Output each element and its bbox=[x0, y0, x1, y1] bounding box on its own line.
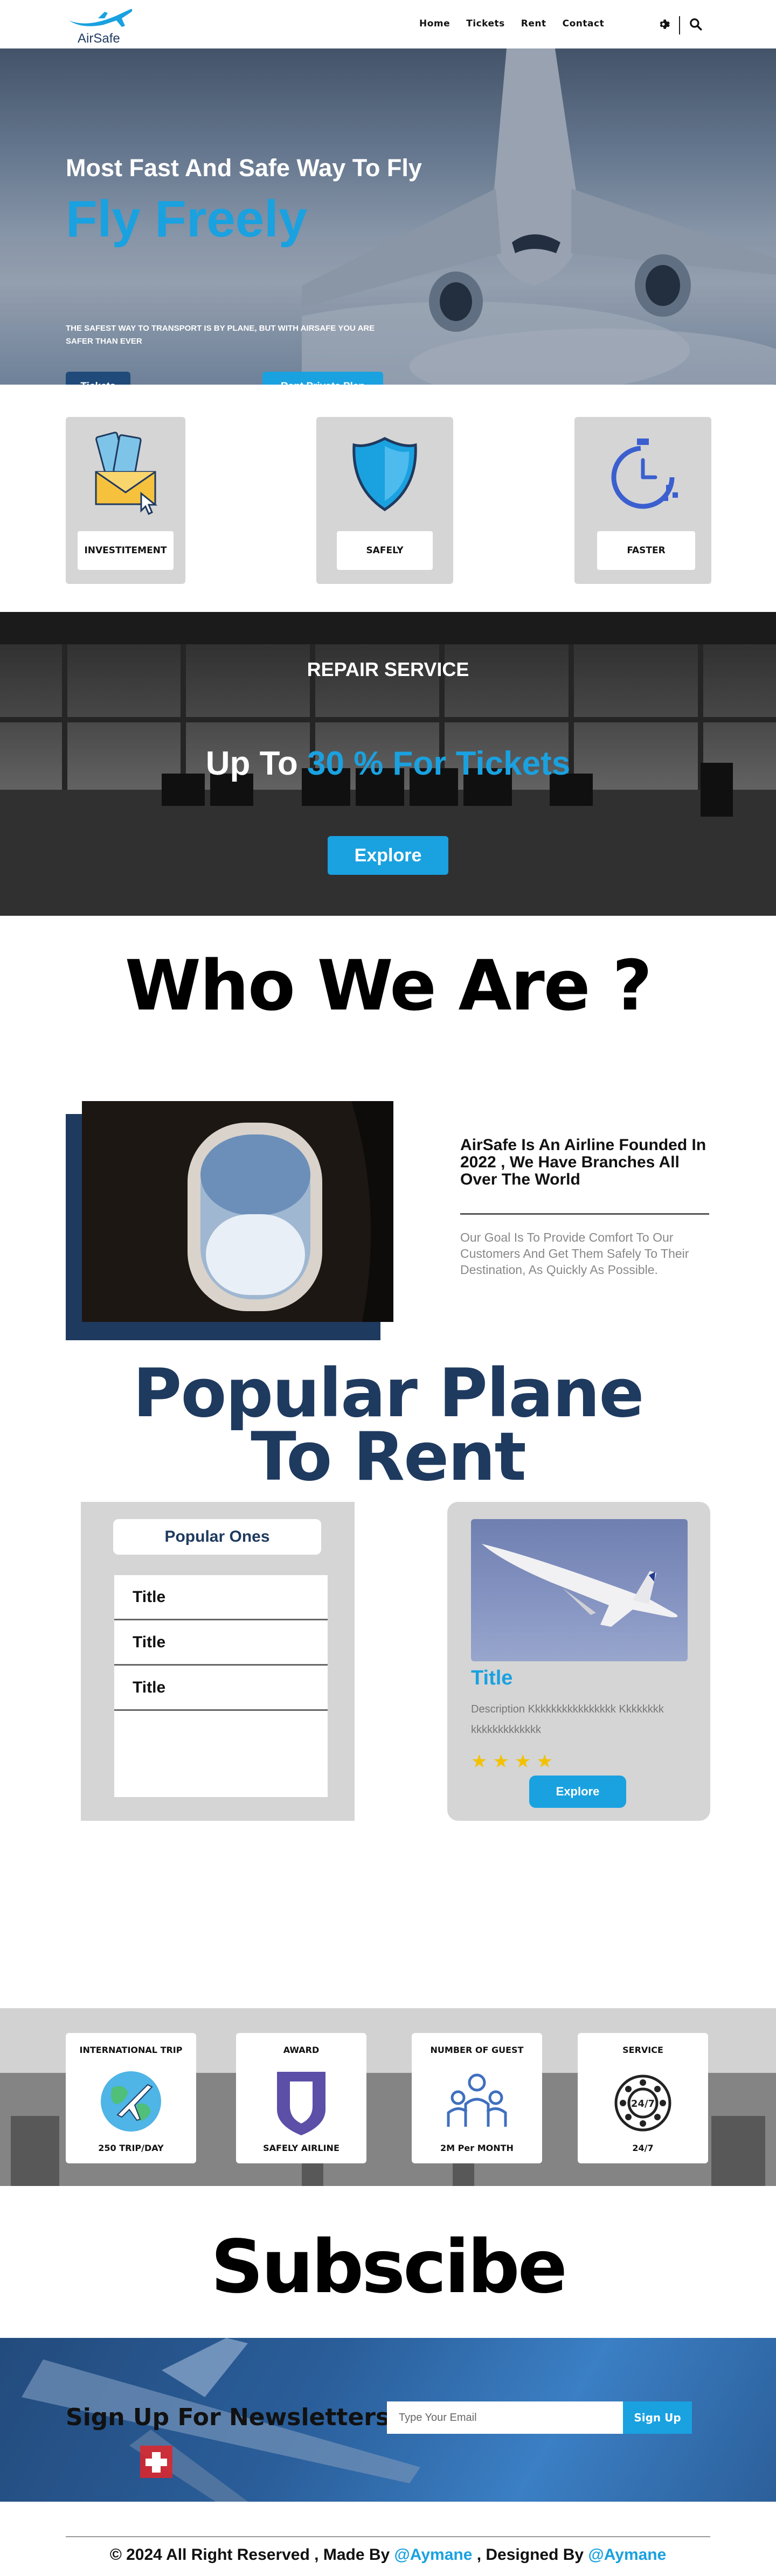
plane-card: Title Description Kkkkkkkkkkkkkkkk Kkkkk… bbox=[447, 1502, 710, 1821]
nav-rent[interactable]: Rent bbox=[521, 18, 546, 29]
shield-icon bbox=[344, 429, 425, 518]
designed-by-link[interactable]: @Aymane bbox=[588, 2546, 666, 2564]
subscribe-title: Subscibe bbox=[211, 2225, 567, 2310]
nav-tickets[interactable]: Tickets bbox=[466, 18, 505, 29]
feature-card-safely[interactable]: SAFELY bbox=[316, 417, 453, 584]
main-nav: Home Tickets Rent Contact bbox=[419, 18, 620, 29]
svg-text:24/7: 24/7 bbox=[631, 2098, 655, 2109]
star-icon: ★ bbox=[471, 1751, 488, 1772]
nav-icons bbox=[656, 16, 703, 34]
footer-middle: , Designed By bbox=[472, 2546, 588, 2564]
nav-home[interactable]: Home bbox=[419, 18, 450, 29]
footer-divider bbox=[66, 2536, 710, 2537]
who-we-are-section: Who We Are ? AirSafe Is An Airline Found… bbox=[0, 916, 776, 1351]
stat-value: 2M Per MONTH bbox=[440, 2143, 514, 2153]
hero-section: Most Fast And Safe Way To Fly Fly Freely… bbox=[0, 48, 776, 385]
footer-prefix: © 2024 All Right Reserved , Made By bbox=[109, 2546, 394, 2564]
subscribe-section: Subscibe bbox=[0, 2186, 776, 2338]
star-rating: ★ ★ ★ ★ bbox=[471, 1751, 553, 1772]
list-item[interactable]: Title bbox=[114, 1620, 328, 1666]
popular-list: Title Title Title bbox=[114, 1575, 328, 1797]
who-description: Our Goal Is To Provide Comfort To Our Cu… bbox=[460, 1230, 689, 1277]
repair-headline-prefix: Up To bbox=[205, 745, 308, 782]
features-section: INVESTITEMENT SAFELY FASTER bbox=[0, 385, 776, 612]
stat-title: SERVICE bbox=[622, 2045, 663, 2055]
brand-logo[interactable]: AirSafe bbox=[66, 4, 136, 46]
airplane-window-image bbox=[82, 1101, 393, 1322]
repair-explore-button[interactable]: Explore bbox=[328, 836, 448, 875]
nav-contact[interactable]: Contact bbox=[563, 18, 605, 29]
repair-headline: Up To 30 % For Tickets bbox=[0, 744, 776, 783]
stat-title: AWARD bbox=[283, 2045, 320, 2055]
repair-service-section: REPAIR SERVICE Up To 30 % For Tickets Ex… bbox=[0, 612, 776, 916]
stat-card-international-trip: INTERNATIONAL TRIP 250 TRIP/DAY bbox=[66, 2033, 196, 2163]
who-divider bbox=[460, 1213, 709, 1215]
search-icon[interactable] bbox=[689, 17, 703, 34]
who-title: Who We Are ? bbox=[124, 946, 653, 1026]
repair-title: REPAIR SERVICE bbox=[307, 658, 469, 680]
star-icon: ★ bbox=[514, 1751, 531, 1772]
repair-headline-accent: 30 % For Tickets bbox=[307, 745, 571, 782]
newsletter-section: Sign Up For Newsletters Sign Up bbox=[0, 2338, 776, 2502]
hero-description: The safest way to transport is by plane,… bbox=[66, 324, 375, 346]
popular-list-panel: Popular Ones Title Title Title bbox=[81, 1502, 355, 1821]
concorde-image bbox=[471, 1519, 688, 1661]
newsletter-title: Sign Up For Newsletters bbox=[66, 2404, 390, 2431]
stopwatch-icon bbox=[602, 429, 683, 518]
feature-card-faster[interactable]: FASTER bbox=[574, 417, 711, 584]
feature-card-investment[interactable]: INVESTITEMENT bbox=[66, 417, 185, 584]
airplane-logo-icon bbox=[69, 9, 133, 27]
popular-title: Popular Plane To Rent bbox=[0, 1360, 776, 1491]
star-icon: ★ bbox=[493, 1751, 509, 1772]
sign-up-button[interactable]: Sign Up bbox=[623, 2401, 692, 2434]
stat-card-number-of-guest: NUMBER OF GUEST 2M Per MONTH bbox=[412, 2033, 542, 2163]
money-envelope-icon bbox=[85, 429, 166, 518]
feature-label: INVESTITEMENT bbox=[78, 531, 174, 570]
phone-24-7-icon: 24/7 bbox=[608, 2066, 678, 2139]
tickets-button[interactable]: Tickets bbox=[66, 372, 130, 385]
stat-value: 250 TRIP/DAY bbox=[98, 2143, 164, 2153]
gear-icon[interactable] bbox=[656, 17, 670, 34]
award-badge-icon bbox=[266, 2066, 336, 2139]
stat-card-service: SERVICE 24/7 24/7 bbox=[578, 2033, 708, 2163]
brand-name: AirSafe bbox=[78, 31, 120, 46]
who-heading: AirSafe Is An Airline Founded In 2022 , … bbox=[460, 1136, 706, 1188]
people-group-icon bbox=[442, 2066, 512, 2139]
stat-title: NUMBER OF GUEST bbox=[430, 2045, 524, 2055]
star-icon: ★ bbox=[536, 1751, 553, 1772]
popular-title-line2: To Rent bbox=[251, 1418, 526, 1496]
plane-card-description: Description Kkkkkkkkkkkkkkkk Kkkkkkkkkkk… bbox=[471, 1703, 664, 1736]
made-by-link[interactable]: @Aymane bbox=[394, 2546, 473, 2564]
globe-plane-icon bbox=[96, 2066, 166, 2139]
email-input[interactable] bbox=[387, 2401, 623, 2434]
stat-title: INTERNATIONAL TRIP bbox=[79, 2045, 183, 2055]
popular-list-header: Popular Ones bbox=[113, 1519, 321, 1555]
footer: © 2024 All Right Reserved , Made By @Aym… bbox=[0, 2502, 776, 2576]
navbar: AirSafe Home Tickets Rent Contact bbox=[0, 0, 776, 48]
plane-card-title: Title bbox=[471, 1667, 513, 1689]
stat-value: 24/7 bbox=[632, 2143, 654, 2153]
rent-private-plan-button[interactable]: Rent Private Plan bbox=[262, 372, 383, 385]
stat-value: SAFELY AIRLINE bbox=[263, 2143, 340, 2153]
stats-section: INTERNATIONAL TRIP 250 TRIP/DAY AWARD SA… bbox=[0, 2008, 776, 2186]
popular-planes-section: Popular Plane To Rent Popular Ones Title… bbox=[0, 1351, 776, 2008]
hero-title: Fly Freely bbox=[66, 190, 308, 248]
plane-explore-button[interactable]: Explore bbox=[529, 1776, 626, 1808]
nav-divider bbox=[679, 16, 680, 34]
hero-subtitle: Most Fast And Safe Way To Fly bbox=[66, 154, 422, 182]
feature-label: FASTER bbox=[597, 531, 695, 570]
footer-copyright: © 2024 All Right Reserved , Made By @Aym… bbox=[0, 2546, 776, 2564]
feature-label: SAFELY bbox=[337, 531, 433, 570]
stat-card-award: AWARD SAFELY AIRLINE bbox=[236, 2033, 366, 2163]
list-item[interactable]: Title bbox=[114, 1666, 328, 1711]
list-item[interactable]: Title bbox=[114, 1575, 328, 1620]
